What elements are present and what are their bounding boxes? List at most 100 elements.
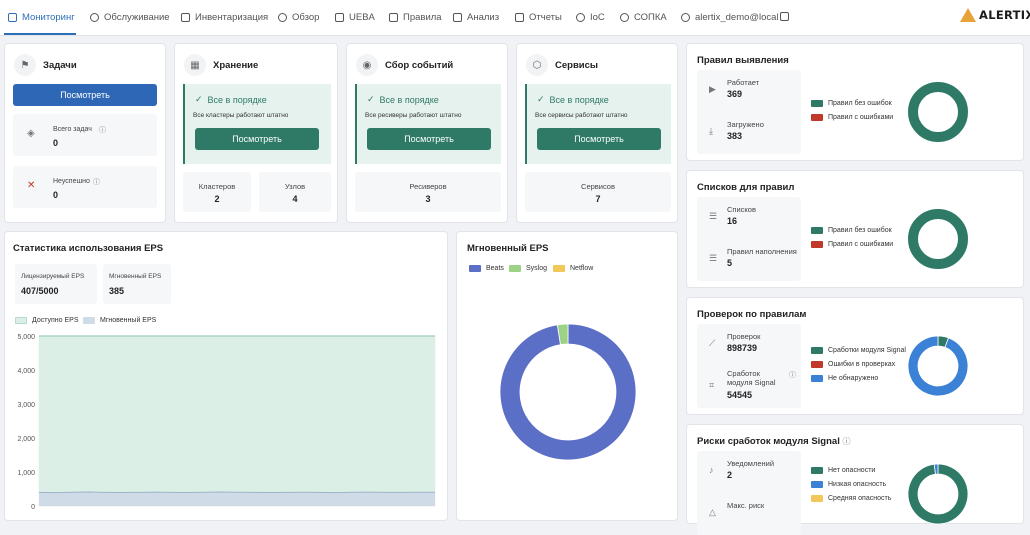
stat-label: Неуспешно [53, 178, 90, 185]
stat-value: 0 [53, 190, 59, 200]
legend-beats[interactable]: Beats [469, 265, 504, 272]
legend-swatch [811, 495, 823, 502]
active-tab-indicator [4, 33, 76, 35]
bell-icon: ♪ [709, 465, 714, 475]
licensed-eps-stat: Лицензируемый EPS 407/5000 [15, 264, 97, 304]
risks-card: Риски сработок модуля Signal ⓘ ♪ Уведомл… [686, 424, 1024, 535]
card-title: Риски сработок модуля Signal ⓘ [697, 436, 850, 447]
status-text: Все в порядке [549, 94, 609, 105]
legend-swatch [811, 347, 823, 354]
legend-swatch [811, 375, 823, 382]
status-subtext: Все сервисы работают штатно [535, 112, 628, 119]
instant-eps-donut [499, 323, 637, 461]
legend-swatch [811, 241, 823, 248]
radio-icon [620, 13, 629, 22]
help-icon[interactable]: ⓘ [842, 437, 850, 446]
nav-ioc[interactable]: IoC [576, 12, 605, 23]
check-icon: ✓ [367, 94, 375, 104]
status-ok: ✓ Все в порядке [537, 94, 609, 105]
view-events-button[interactable]: Посмотреть [367, 128, 491, 150]
stat-value: 2 [727, 470, 733, 480]
nav-ueba[interactable]: UEBA [335, 12, 375, 23]
stat-value: 898739 [727, 343, 758, 353]
failed-tasks-stat: ✕ Неуспешно ⓘ 0 [13, 166, 157, 208]
card-title: Задачи [43, 60, 77, 71]
view-tasks-button[interactable]: Посмотреть [13, 84, 157, 106]
flag-icon: ⚑ [14, 54, 36, 76]
legend-netflow[interactable]: Netflow [553, 265, 593, 272]
view-services-button[interactable]: Посмотреть [537, 128, 661, 150]
y-tick-label: 4,000 [17, 368, 35, 375]
check-icon: ✓ [537, 94, 545, 104]
legend-swatch [811, 114, 823, 121]
legend-label: Нет опасности [828, 467, 876, 474]
nav-layout[interactable] [780, 12, 789, 21]
card-title-text: Риски сработок модуля Signal [697, 436, 840, 447]
stat-label: Работает [727, 78, 760, 87]
nav-reports[interactable]: Отчеты [515, 12, 562, 23]
lists-card: Списков для правил ☰ Списков 16 ☰ Правил… [686, 170, 1024, 288]
y-tick-label: 3,000 [17, 402, 35, 409]
eps-area-chart: 5,000 4,000 3,000 2,000 1,000 0 [17, 334, 436, 511]
help-icon[interactable]: ⓘ [99, 125, 106, 135]
nav-analysis[interactable]: Анализ [453, 12, 499, 23]
eps-usage-card: Статистика использования EPS Лицензируем… [4, 231, 448, 521]
services-stat: Сервисов 7 [525, 172, 671, 212]
legend-signal[interactable]: Сработки модуля Signal [811, 347, 906, 354]
status-text: Все в порядке [379, 94, 439, 105]
card-title: Сбор событий [385, 60, 454, 71]
help-icon[interactable]: ⓘ [789, 370, 796, 380]
status-ok: ✓ Все в порядке [195, 94, 267, 105]
stat-label: Сервисов [581, 182, 615, 191]
stat-label: Лицензируемый EPS [21, 273, 85, 280]
nav-inventory[interactable]: Инвентаризация [181, 12, 268, 23]
legend-label: Правил без ошибок [828, 100, 892, 107]
nav-overview[interactable]: Обзор [278, 12, 319, 23]
legend-lists-ok[interactable]: Правил без ошибок [811, 227, 892, 234]
report-icon [515, 13, 524, 22]
legend-label: Не обнаружено [828, 375, 879, 382]
legend-label: Syslog [526, 265, 548, 272]
status-text: Все в порядке [207, 94, 267, 105]
total-tasks-stat: ◈ Всего задач ⓘ 0 [13, 114, 157, 156]
storage-icon: ▦ [184, 54, 206, 76]
series-instant-line [38, 491, 436, 494]
legend-swatch [811, 227, 823, 234]
checks-donut [907, 335, 969, 397]
legend-label: Сработки модуля Signal [828, 347, 906, 354]
legend-label: Правил без ошибок [828, 227, 892, 234]
legend-label: Средняя опасность [828, 495, 892, 502]
status-box: ✓ Все в порядке Все ресиверы работают шта… [355, 84, 501, 164]
nav-label: alertix_demo@local [695, 12, 779, 23]
nav-monitoring[interactable]: Мониторинг [8, 12, 75, 23]
view-storage-button[interactable]: Посмотреть [195, 128, 319, 150]
legend-mid-danger[interactable]: Средняя опасность [811, 495, 891, 502]
help-icon[interactable]: ⓘ [93, 177, 100, 187]
ioc-icon [576, 13, 585, 22]
nav-maintenance[interactable]: Обслуживание [90, 12, 170, 23]
nav-sopka[interactable]: СОПКА [620, 12, 667, 23]
stat-label: Проверок [727, 332, 761, 341]
legend-available[interactable]: Доступно EPS [15, 317, 79, 324]
checks-stats: ⟋ Проверок 898739 ⌗ Сработок модуля Sign… [697, 324, 801, 408]
events-icon: ◉ [356, 54, 378, 76]
legend-not-found[interactable]: Не обнаружено [811, 375, 878, 382]
nav-rules[interactable]: Правила [389, 12, 442, 23]
legend-rules-ok[interactable]: Правил без ошибок [811, 100, 892, 107]
check-icon: ✓ [195, 94, 203, 104]
fill-icon: ☰ [709, 253, 718, 263]
x-icon: ✕ [27, 180, 36, 191]
nav-label: Инвентаризация [195, 12, 269, 23]
legend-lists-err[interactable]: Правил с ошибками [811, 241, 893, 248]
legend-rules-err[interactable]: Правил с ошибками [811, 114, 893, 121]
legend-syslog[interactable]: Syslog [509, 265, 547, 272]
stat-value: 4 [292, 194, 298, 204]
legend-low-danger[interactable]: Низкая опасность [811, 481, 886, 488]
nav-user[interactable]: alertix_demo@local [681, 12, 779, 23]
users-icon [335, 13, 344, 22]
legend-instant[interactable]: Мгновенный EPS [83, 317, 156, 324]
card-title: Проверок по правилам [697, 309, 807, 320]
logo-text: ALERTIX [979, 8, 1030, 22]
legend-errors[interactable]: Ошибки в проверках [811, 361, 895, 368]
legend-no-danger[interactable]: Нет опасности [811, 467, 875, 474]
